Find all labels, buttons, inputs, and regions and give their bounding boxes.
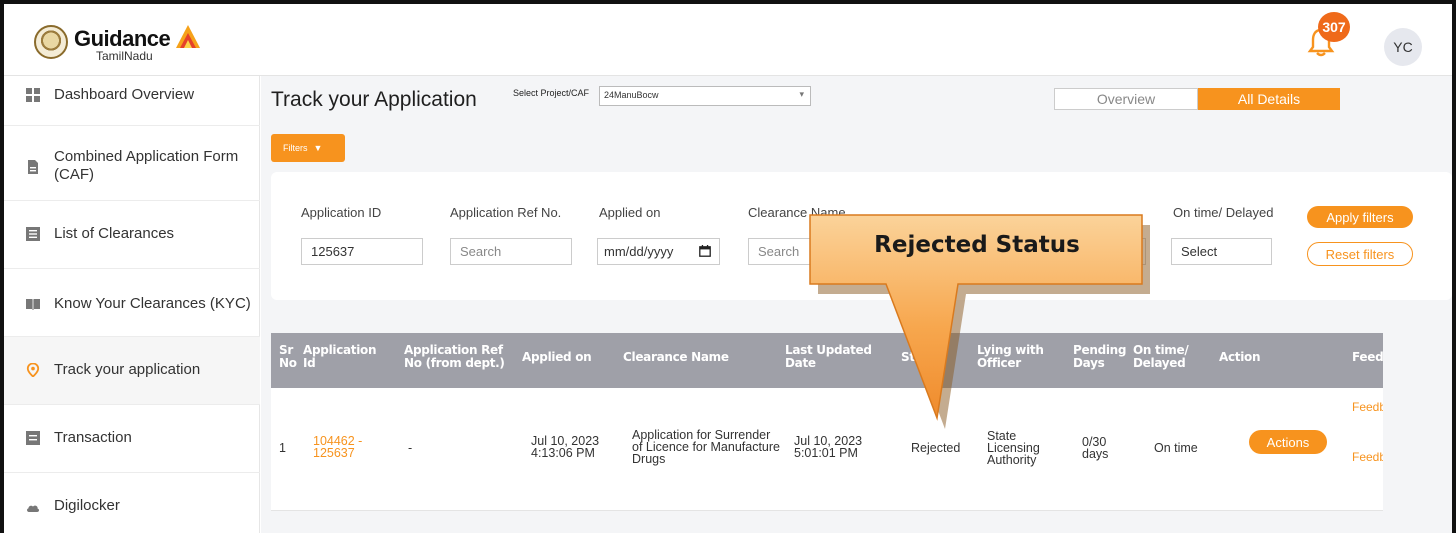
on-time-label: On time/ Delayed bbox=[1173, 205, 1274, 220]
sidebar-item-kyc[interactable]: Know Your Clearances (KYC) bbox=[4, 269, 260, 337]
application-id-input[interactable]: 125637 bbox=[301, 238, 423, 265]
feedback-submission-link[interactable]: Feedback Application Submission bbox=[1352, 452, 1383, 462]
cell-on-time: On time bbox=[1154, 441, 1198, 455]
app-frame: Guidance TamilNadu 307 YC Dashboard Over… bbox=[0, 0, 1456, 533]
cell-ref-no: - bbox=[408, 441, 413, 455]
cell-clearance-name: Application for Surrender of Licence for… bbox=[632, 428, 780, 466]
document-icon bbox=[28, 160, 38, 174]
sidebar-item-label: Know Your Clearances (KYC) bbox=[54, 295, 251, 312]
sidebar-item-digilocker[interactable]: Digilocker bbox=[4, 473, 260, 533]
list-icon bbox=[26, 227, 40, 241]
location-pin-icon bbox=[26, 363, 40, 377]
feedback-process-link[interactable]: Feedback Application Process bbox=[1352, 402, 1383, 412]
ref-no-label: Application Ref No. bbox=[450, 205, 562, 220]
tab-all-details[interactable]: All Details bbox=[1198, 88, 1340, 110]
sidebar-item-label: Transaction bbox=[54, 429, 132, 446]
emblem-icon bbox=[34, 25, 68, 59]
book-icon bbox=[26, 299, 40, 310]
project-select-value: 24ManuBocw bbox=[604, 90, 659, 100]
logo-main-text: Guidance bbox=[74, 26, 171, 51]
page-title: Track your Application bbox=[271, 88, 477, 111]
header-status: Status bbox=[901, 350, 944, 364]
cell-status: Rejected bbox=[911, 441, 961, 455]
clearance-name-label: Clearance Name bbox=[748, 205, 846, 220]
project-select-label: Select Project/CAF bbox=[513, 88, 590, 98]
actions-button[interactable]: Actions bbox=[1249, 430, 1327, 454]
project-select[interactable]: 24ManuBocw ▾ bbox=[599, 86, 811, 106]
callout-text: Rejected Status bbox=[874, 232, 1080, 258]
header-lying-with: Lying with Officer bbox=[977, 343, 1044, 370]
main-content: Track your Application Select Project/CA… bbox=[261, 76, 1452, 533]
sidebar-item-label: List of Clearances bbox=[54, 225, 175, 242]
sidebar-item-label: Dashboard Overview bbox=[54, 86, 195, 103]
sidebar-item-track[interactable]: Track your application bbox=[4, 337, 260, 405]
applied-on-label: Applied on bbox=[599, 205, 661, 220]
apply-filters-button[interactable]: Apply filters bbox=[1307, 206, 1413, 228]
flame-icon bbox=[176, 25, 201, 48]
sidebar-item-label: Combined Application Form (CAF) bbox=[54, 148, 239, 183]
caret-down-icon: ▼ bbox=[313, 143, 323, 153]
header-action: Action bbox=[1219, 350, 1261, 364]
header-last-updated: Last Updated Date bbox=[785, 343, 872, 370]
on-time-select[interactable]: Select bbox=[1171, 238, 1272, 265]
logo[interactable]: Guidance TamilNadu bbox=[34, 22, 202, 62]
cell-application-id-link[interactable]: 104462 - 125637 bbox=[313, 435, 383, 460]
header-pending-days: Pending Days bbox=[1073, 343, 1127, 370]
top-header: Guidance TamilNadu 307 YC bbox=[4, 4, 1452, 76]
application-id-label: Application ID bbox=[301, 205, 382, 220]
sidebar-item-dashboard[interactable]: Dashboard Overview bbox=[4, 76, 260, 126]
view-tabs: Overview All Details bbox=[1054, 88, 1340, 110]
reset-filters-button[interactable]: Reset filters bbox=[1307, 242, 1413, 266]
sidebar-item-caf[interactable]: Combined Application Form (CAF) bbox=[4, 126, 260, 201]
calendar-icon[interactable] bbox=[699, 245, 711, 257]
header-sr-no: Sr No bbox=[279, 343, 297, 370]
header-clearance-name: Clearance Name bbox=[623, 350, 729, 364]
cell-lying-with: State Licensing Authority bbox=[987, 429, 1040, 467]
table-row: 1 104462 - 125637 - Jul 10, 2023 4:13:06… bbox=[271, 388, 1383, 511]
cloud-icon bbox=[27, 505, 40, 512]
cell-pending-days: 0/30 days bbox=[1082, 435, 1109, 461]
header-applied-on: Applied on bbox=[522, 350, 592, 364]
avatar[interactable]: YC bbox=[1384, 28, 1422, 66]
header-on-time: On time/ Delayed bbox=[1133, 343, 1189, 370]
applied-on-date-input[interactable]: mm/dd/yyyy bbox=[597, 238, 720, 265]
tab-overview[interactable]: Overview bbox=[1054, 88, 1198, 110]
sidebar-item-transaction[interactable]: Transaction bbox=[4, 405, 260, 473]
header-application-id: Application Id bbox=[303, 343, 377, 370]
ref-no-input[interactable]: Search bbox=[450, 238, 572, 265]
notification-badge[interactable]: 307 bbox=[1318, 12, 1350, 42]
receipt-icon bbox=[26, 431, 40, 445]
sidebar-item-clearances[interactable]: List of Clearances bbox=[4, 201, 260, 269]
applied-on-placeholder: mm/dd/yyyy bbox=[604, 244, 674, 259]
chevron-down-icon: ▾ bbox=[799, 89, 804, 99]
sidebar-item-label: Track your application bbox=[54, 361, 201, 378]
sidebar-item-label: Digilocker bbox=[54, 497, 120, 514]
header-ref-no: Application Ref No (from dept.) bbox=[404, 343, 505, 370]
cell-last-updated: Jul 10, 2023 5:01:01 PM bbox=[794, 434, 863, 460]
logo-sub-text: TamilNadu bbox=[96, 49, 153, 63]
sidebar: Dashboard Overview Combined Application … bbox=[4, 76, 260, 533]
cell-applied-on: Jul 10, 2023 4:13:06 PM bbox=[531, 434, 600, 460]
filters-button-label: Filters bbox=[283, 143, 308, 153]
filters-button[interactable]: Filters ▼ bbox=[271, 134, 345, 162]
logo-text: Guidance TamilNadu bbox=[74, 22, 202, 62]
table-header: Sr No Application Id Application Ref No … bbox=[271, 333, 1383, 388]
cell-sr-no: 1 bbox=[279, 441, 286, 455]
header-feedback: Feedback bbox=[1352, 351, 1383, 364]
grid-icon bbox=[26, 88, 40, 102]
